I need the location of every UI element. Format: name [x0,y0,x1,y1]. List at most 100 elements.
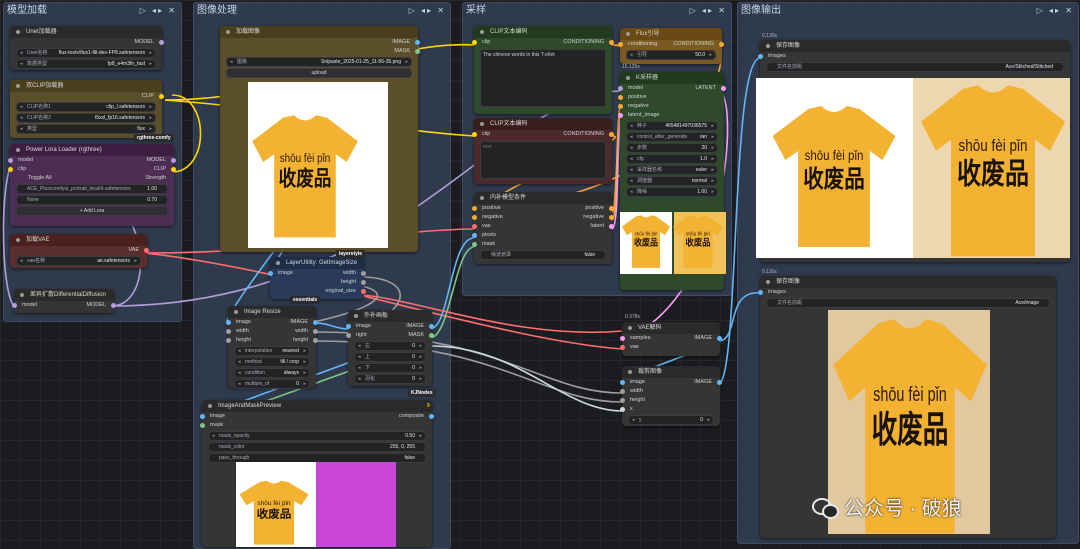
input-model-pin[interactable] [8,158,13,163]
input-model-pin[interactable] [618,86,623,91]
crop-image-node[interactable]: 裁剪图像 image IMAGE width height x ◂ y 0 ▸ [620,366,722,426]
guidance-widget[interactable]: ◂ 引导 50.0 ▸ [626,50,716,60]
output-conditioning-pin[interactable] [609,40,614,45]
vae-name-widget[interactable]: ◂ vae名称 ae.safetensors ▸ [16,256,141,266]
output-negative-pin[interactable] [609,215,614,220]
lora2-widget[interactable]: None 0.70 [16,195,168,205]
input-images-pin[interactable] [758,54,763,59]
interpolation-widget[interactable]: ◂ interpolation nearest ▸ [234,346,310,356]
output-positive-pin[interactable] [609,206,614,211]
input-width-pin[interactable] [620,389,625,394]
input-negative-pin[interactable] [618,104,623,109]
input-image-pin[interactable] [620,380,625,385]
input-positive-pin[interactable] [472,206,477,211]
condition-widget[interactable]: ◂ condition always ▸ [234,368,310,378]
output-composite-pin[interactable] [429,414,434,419]
output-model-pin[interactable] [171,158,176,163]
output-height-pin[interactable] [361,280,366,285]
image-mask-preview-node[interactable]: ImageAndMaskPreview image composite mask … [200,400,434,547]
vae-decode-node[interactable]: VAE解码 samples IMAGE vae [620,322,722,356]
power-lora-loader-node[interactable]: Power Lora Loader (rgthree) model MODEL c… [8,144,176,226]
y-widget[interactable]: ◂ y 0 ▸ [628,415,714,425]
output-image-pin[interactable] [717,380,722,385]
vae-loader-node[interactable]: 加载VAE VAE ◂ vae名称 ae.safetensors ▸ [10,234,149,268]
input-latent-pin[interactable] [618,113,623,118]
top-widget[interactable]: ◂ 上 0 ▸ [354,352,426,362]
input-clip-pin[interactable] [472,40,477,45]
clip-text-encode-positive-node[interactable]: CLIP文本编码 clip CONDITIONING The chinese wo… [472,26,614,114]
toggle-all-row[interactable]: Toggle All Strength [10,174,174,183]
output-original-size-pin[interactable] [361,289,366,294]
inpaint-model-conditioning-node[interactable]: 内补模型条件 positive positive negative negative… [472,192,614,264]
denoise-widget[interactable]: ◂ 降噪 1.00 ▸ [626,187,718,197]
multiple-of-widget[interactable]: ◂ multiple_of 0 ▸ [234,379,310,389]
control-after-generate-widget[interactable]: ◂ control_after_generate ran ▸ [626,132,718,142]
differential-diffusion-node[interactable]: 差异扩散DifferentialDiffusion model MODEL [12,289,116,313]
output-mask-pin[interactable] [429,333,434,338]
output-clip-pin[interactable] [171,167,176,172]
steps-widget[interactable]: ◂ 步数 20 ▸ [626,143,718,153]
input-clip-pin[interactable] [472,132,477,137]
output-conditioning-pin[interactable] [609,132,614,137]
output-vae-pin[interactable] [144,248,149,253]
input-height-pin[interactable] [226,338,231,343]
feather-widget[interactable]: ◂ 羽化 0 ▸ [354,374,426,384]
output-height-pin[interactable] [313,338,318,343]
clip2-widget[interactable]: ◂ CLIP名称2 t5xxl_fp16.safetensors ▸ [16,113,156,123]
input-images-pin[interactable] [758,290,763,295]
output-model-pin[interactable] [111,303,116,308]
input-clip-pin[interactable] [8,167,13,172]
prompt-textarea[interactable]: The chinese words in this T-shirt [480,49,606,107]
seed-widget[interactable]: ◂ 种子 465481497036575 ▸ [626,121,718,131]
input-samples-pin[interactable] [620,336,625,341]
type-widget[interactable]: ◂ 类型 flux ▸ [16,124,156,134]
output-model-pin[interactable] [159,40,164,45]
output-width-pin[interactable] [361,271,366,276]
left-widget[interactable]: ◂ 左 0 ▸ [354,341,426,351]
input-pixels-pin[interactable] [472,233,477,238]
input-model-pin[interactable] [12,303,17,308]
unet-name-widget[interactable]: ◂ Unet名称 flux-tools\flux1-fill-dev-FP8.saf… [16,48,156,58]
dual-clip-loader-node[interactable]: 双CLIP加载器 CLIP ◂ CLIP名称1 clip_l.safetensors… [10,80,164,138]
output-image-pin[interactable] [415,40,420,45]
input-mask-pin[interactable] [472,242,477,247]
lora1-widget[interactable]: ACE_Plus\comfyui_portrait_lora64.safeten… [16,184,168,194]
input-height-pin[interactable] [620,398,625,403]
input-width-pin[interactable] [226,329,231,334]
input-mask-pin[interactable] [200,423,205,428]
clip-text-encode-negative-node[interactable]: CLIP文本编码 clip CONDITIONING text [472,118,614,184]
add-lora-button[interactable]: + Add Lora [16,206,168,216]
mask-color-widget[interactable]: mask_color 255, 0, 255 [208,442,426,452]
input-image-pin[interactable] [200,414,205,419]
input-x-pin[interactable] [620,407,625,412]
input-image-pin[interactable] [268,271,273,276]
output-mask-pin[interactable] [415,49,420,54]
unet-loader-node[interactable]: Unet加载器 MODEL ◂ Unet名称 flux-tools\flux1-fi… [10,26,164,70]
noise-mask-widget[interactable]: 噪波遮罩 false [480,250,606,260]
method-widget[interactable]: ◂ method fill / crop ▸ [234,357,310,367]
upload-button[interactable]: upload [226,68,412,78]
output-latent-pin[interactable] [721,86,726,91]
input-image-pin[interactable] [226,320,231,325]
input-image-pin[interactable] [346,324,351,329]
input-vae-pin[interactable] [620,345,625,350]
output-clip-pin[interactable] [159,94,164,99]
input-negative-pin[interactable] [472,215,477,220]
pad-canvas-node[interactable]: 外补画板 image IMAGE right MASK ◂ 左 0 ▸ ◂ 上 0 ▸ ◂ 下 0 ▸… [346,310,434,386]
output-conditioning-pin[interactable] [719,42,724,47]
clip1-widget[interactable]: ◂ CLIP名称1 clip_l.safetensors ▸ [16,102,156,112]
output-image-pin[interactable] [313,320,318,325]
sampler-name-widget[interactable]: ◂ 采样器名称 euler ▸ [626,165,718,175]
image-file-widget[interactable]: ◂ 图像 Snipaste_2025-01-25_11-56-35.png ▸ [226,57,412,67]
input-conditioning-pin[interactable] [618,42,623,47]
scheduler-widget[interactable]: ◂ 调度器 normal ▸ [626,176,718,186]
input-vae-pin[interactable] [472,224,477,229]
input-right-pin[interactable] [346,333,351,338]
output-latent-pin[interactable] [609,224,614,229]
cfg-widget[interactable]: ◂ cfg 1.0 ▸ [626,154,718,164]
bottom-widget[interactable]: ◂ 下 0 ▸ [354,363,426,373]
mask-opacity-widget[interactable]: ◂ mask_opacity 0.50 ▸ [208,431,426,441]
flux-guidance-node[interactable]: Flux引导 conditioning CONDITIONING ◂ 引导 50.0 ▸ [618,28,724,64]
output-width-pin[interactable] [313,329,318,334]
filename-prefix-widget[interactable]: 文件名前缀 Ace/Stitched/Stitched [766,62,1064,72]
